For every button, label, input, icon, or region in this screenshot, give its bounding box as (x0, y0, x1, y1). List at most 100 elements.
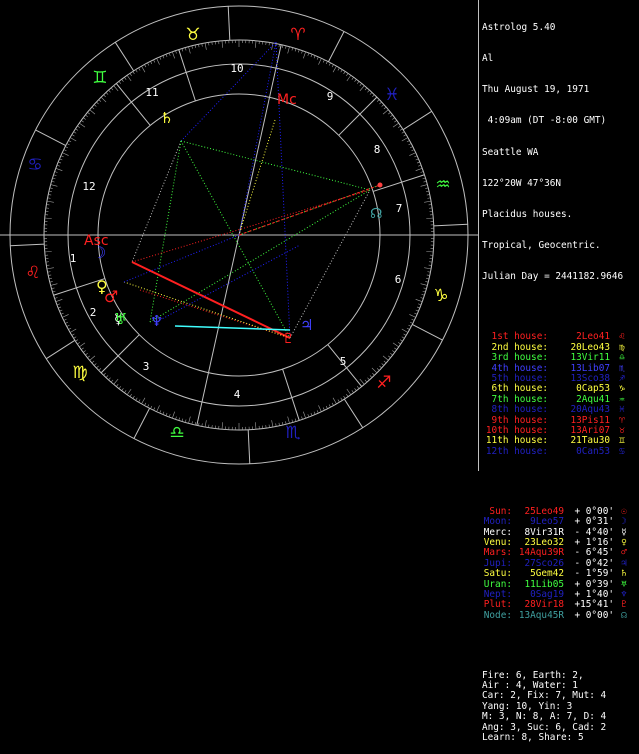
tick-mark (133, 71, 135, 74)
tick-mark (390, 115, 392, 117)
tick-mark (49, 278, 52, 279)
tick-mark (426, 251, 433, 252)
tick-mark (329, 63, 330, 66)
tick-mark (119, 81, 121, 83)
planet-row: Plut:28Vir18+15°41'♇ (482, 600, 638, 610)
tick-mark (414, 313, 417, 314)
tick-mark (416, 310, 419, 311)
house-row: 12th house:0Can53♋ (482, 447, 638, 457)
tick-mark (189, 47, 191, 54)
planet-label: Sun: (482, 507, 512, 517)
sign-boundary (10, 244, 44, 246)
tick-mark (92, 361, 94, 363)
tick-mark (417, 162, 420, 163)
tick-mark (421, 172, 424, 173)
tick-mark (202, 44, 203, 47)
planet-label: Uran: (482, 580, 512, 590)
planet-label: Satu: (482, 569, 512, 579)
planet-row: Merc:8Vir31R- 4°40'☿ (482, 528, 638, 538)
tick-mark (139, 68, 141, 71)
tick-mark (47, 268, 54, 269)
planet-row: Node:13Aqu45R+ 0°00'☊ (482, 611, 638, 621)
tick-mark (106, 375, 108, 377)
planet-icon: ♇ (618, 600, 630, 610)
tick-mark (142, 398, 146, 404)
planet-declination: + 0°00' (564, 507, 614, 517)
tick-mark (357, 81, 359, 83)
tick-mark (377, 100, 379, 102)
tick-mark (169, 414, 170, 417)
tick-mark (341, 398, 343, 401)
sign-boundary (344, 399, 362, 428)
chart-date-text: Thu August 19, 1971 (482, 85, 589, 95)
pluto-icon: ♇ (282, 331, 295, 347)
tick-mark (68, 140, 71, 141)
summary-line: M: 3, N: 8, A: 7, D: 4 (482, 712, 638, 722)
house-cusp-line (197, 235, 239, 425)
tick-mark (48, 275, 51, 276)
tick-mark (58, 307, 61, 308)
chart-time: 4:09am (DT -8:00 GMT) (482, 116, 638, 126)
planet-label: Jupi: (482, 559, 512, 569)
julian-day: Julian Day = 2441182.9646 (482, 272, 638, 282)
sign-boundary (434, 224, 468, 226)
tick-mark (424, 181, 427, 182)
tick-mark (47, 201, 54, 202)
tick-mark (332, 64, 333, 67)
tick-mark (427, 272, 430, 273)
tick-mark (416, 159, 419, 160)
zodiac-sign-icon: ♒ (435, 175, 450, 195)
house-system-text: Placidus houses. (482, 210, 572, 220)
tick-mark (311, 54, 312, 57)
tick-mark (75, 340, 78, 342)
planet-icon: ♂ (618, 548, 630, 558)
tick-mark (418, 304, 421, 305)
tick-mark (409, 314, 415, 317)
tick-mark (352, 77, 354, 79)
tick-mark (90, 356, 95, 360)
house-system: Placidus houses. (482, 210, 638, 220)
tick-mark (166, 54, 167, 57)
tick-mark (394, 120, 396, 122)
tick-mark (416, 168, 423, 170)
planet-list: Sun:25Leo49+ 0°00'☉Moon:9Leo57+ 0°31'☽Me… (482, 507, 638, 621)
house-number: 3 (143, 360, 150, 373)
planet-label: Plut: (482, 600, 512, 610)
aspect-lines (124, 42, 380, 338)
tick-mark (150, 61, 151, 64)
tick-mark (414, 156, 417, 157)
planet-label: Venu: (482, 538, 512, 548)
tick-mark (427, 198, 430, 199)
tick-mark (51, 284, 58, 286)
tick-mark (144, 64, 145, 67)
tick-mark (94, 105, 96, 107)
node-marker (378, 183, 383, 188)
tick-mark (133, 396, 135, 399)
tick-mark (48, 198, 51, 199)
tick-mark (147, 63, 148, 66)
tick-mark (393, 343, 399, 347)
zodiac-sign-icon: ♊ (92, 68, 107, 88)
tick-mark (370, 375, 372, 377)
planet-declination: - 6°45' (564, 548, 614, 558)
tick-mark (326, 61, 327, 64)
planet-position: 25Leo49 (512, 507, 564, 517)
tick-mark (61, 313, 64, 314)
summary-line: Learn: 8, Share: 5 (482, 733, 638, 743)
sign-boundary (328, 32, 344, 62)
tick-mark (272, 420, 273, 427)
neptune-icon: ♆ (150, 312, 163, 330)
planet-icon: ☊ (618, 611, 630, 621)
zodiac-sign-icon: ♍ (72, 363, 87, 383)
mc-marker: Mc (277, 92, 297, 108)
sign-boundary (403, 111, 432, 129)
sign-boundary (248, 430, 250, 464)
zodiac-sign-icon: ♏ (285, 423, 300, 443)
tick-mark (172, 52, 174, 59)
tick-mark (50, 188, 53, 189)
tick-mark (56, 168, 63, 170)
tick-mark (85, 115, 87, 117)
tick-mark (382, 363, 384, 365)
planet-row: Sun:25Leo49+ 0°00'☉ (482, 507, 638, 517)
tick-mark (130, 394, 132, 396)
